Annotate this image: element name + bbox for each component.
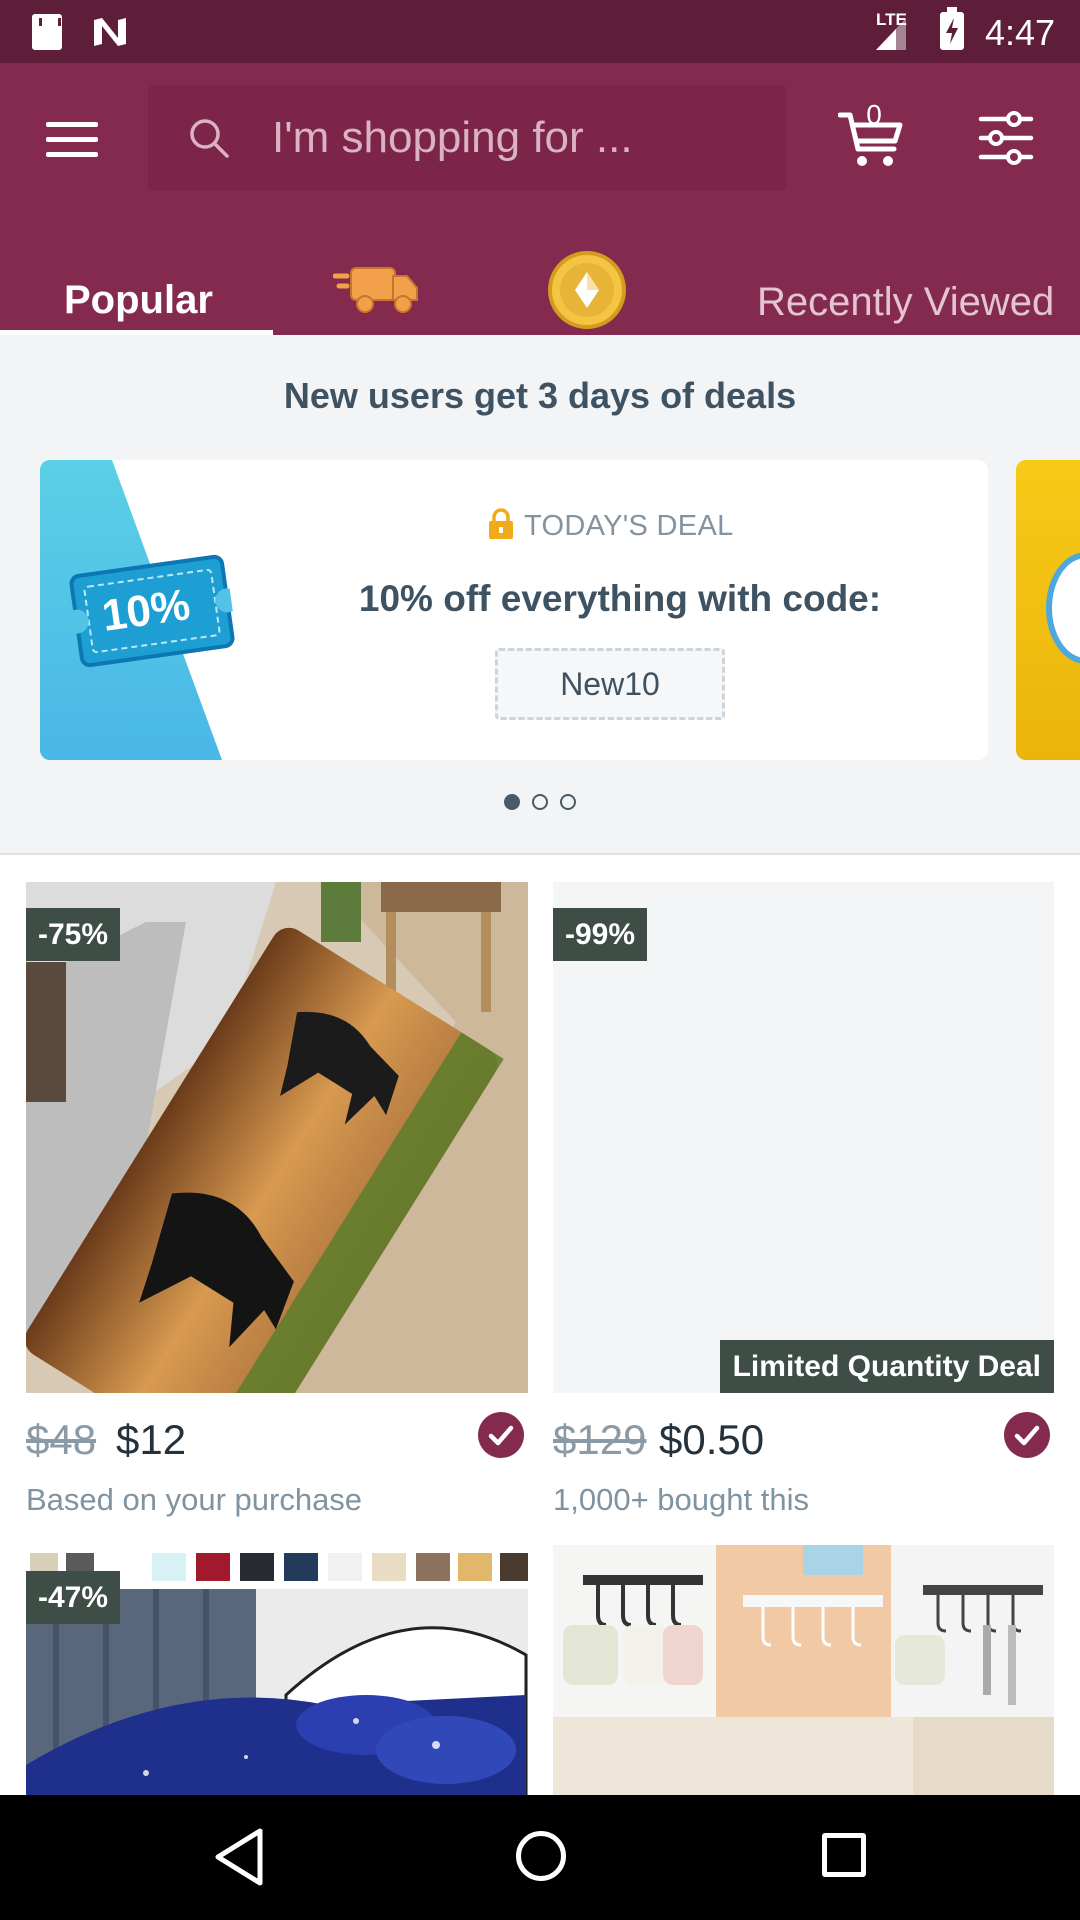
recents-icon[interactable] (822, 1833, 866, 1877)
deal-tag: TODAY'S DEAL (524, 510, 734, 542)
product-subtitle: Based on your purchase (26, 1482, 363, 1517)
discount-badge: -47% (26, 1571, 121, 1624)
deal-headline: 10% off everything with code: (358, 578, 882, 619)
price-row: $129 $0.50 (553, 1416, 1054, 1468)
verified-check-icon (1004, 1412, 1050, 1458)
promo-code[interactable]: New10 (495, 648, 725, 720)
home-icon[interactable] (516, 1831, 566, 1881)
system-nav-bar (0, 1795, 1080, 1920)
carousel-dot-active[interactable] (504, 794, 520, 810)
lock-icon (489, 508, 513, 539)
carousel-pagination (504, 794, 584, 812)
original-price: $129 (553, 1416, 647, 1463)
product-subtitle: 1,000+ bought this (553, 1482, 809, 1517)
status-bar: LTE 4:47 (0, 0, 1080, 63)
coin-icon (548, 251, 626, 329)
sd-card-icon (32, 14, 62, 50)
search-icon (190, 119, 229, 158)
deals-title: New users get 3 days of deals (283, 375, 797, 416)
discount-badge: -75% (26, 908, 121, 961)
tab-popular-label: Popular (64, 278, 213, 322)
tab-delivery[interactable] (273, 248, 513, 335)
deal-card-next-peek[interactable] (1016, 460, 1080, 760)
search-input[interactable] (272, 105, 752, 171)
tab-recently-viewed[interactable]: Recently Viewed (753, 248, 1080, 335)
battery-charging-icon (940, 7, 964, 50)
product-image-mug-hooks[interactable] (553, 1545, 1054, 1795)
verified-check-icon (478, 1412, 524, 1458)
tab-rewards[interactable] (513, 248, 753, 335)
original-price: $48 (26, 1416, 97, 1463)
search-bar[interactable] (148, 85, 786, 191)
price-row: $48 $12 (26, 1416, 528, 1468)
tab-popular[interactable]: Popular (0, 248, 273, 335)
app-bar: 0 Popular Re (0, 63, 1080, 335)
signal-icon (876, 18, 906, 50)
sale-price: $0.50 (659, 1416, 765, 1463)
clock: 4:47 (985, 12, 1056, 53)
delivery-truck-icon (333, 267, 418, 313)
carousel-dot[interactable] (560, 794, 576, 810)
product-card[interactable] (553, 1545, 1054, 1795)
discount-badge: -99% (553, 908, 648, 961)
sale-price: $12 (116, 1416, 187, 1463)
product-card[interactable]: -47% (26, 1545, 528, 1795)
cart-count: 0 (866, 99, 882, 130)
limited-quantity-label: Limited Quantity Deal (719, 1340, 1054, 1393)
tab-active-indicator (0, 330, 273, 335)
prize-wheel-icon (1046, 552, 1080, 664)
tab-recently-viewed-label: Recently Viewed (757, 280, 1055, 324)
notification-n-icon (94, 18, 126, 46)
filter-icon[interactable] (978, 111, 1034, 165)
deal-card[interactable]: 10% TODAY'S DEAL 10% off everything with… (40, 460, 988, 760)
menu-icon[interactable] (46, 116, 98, 160)
back-icon[interactable] (210, 1825, 270, 1889)
carousel-dot[interactable] (532, 794, 548, 810)
